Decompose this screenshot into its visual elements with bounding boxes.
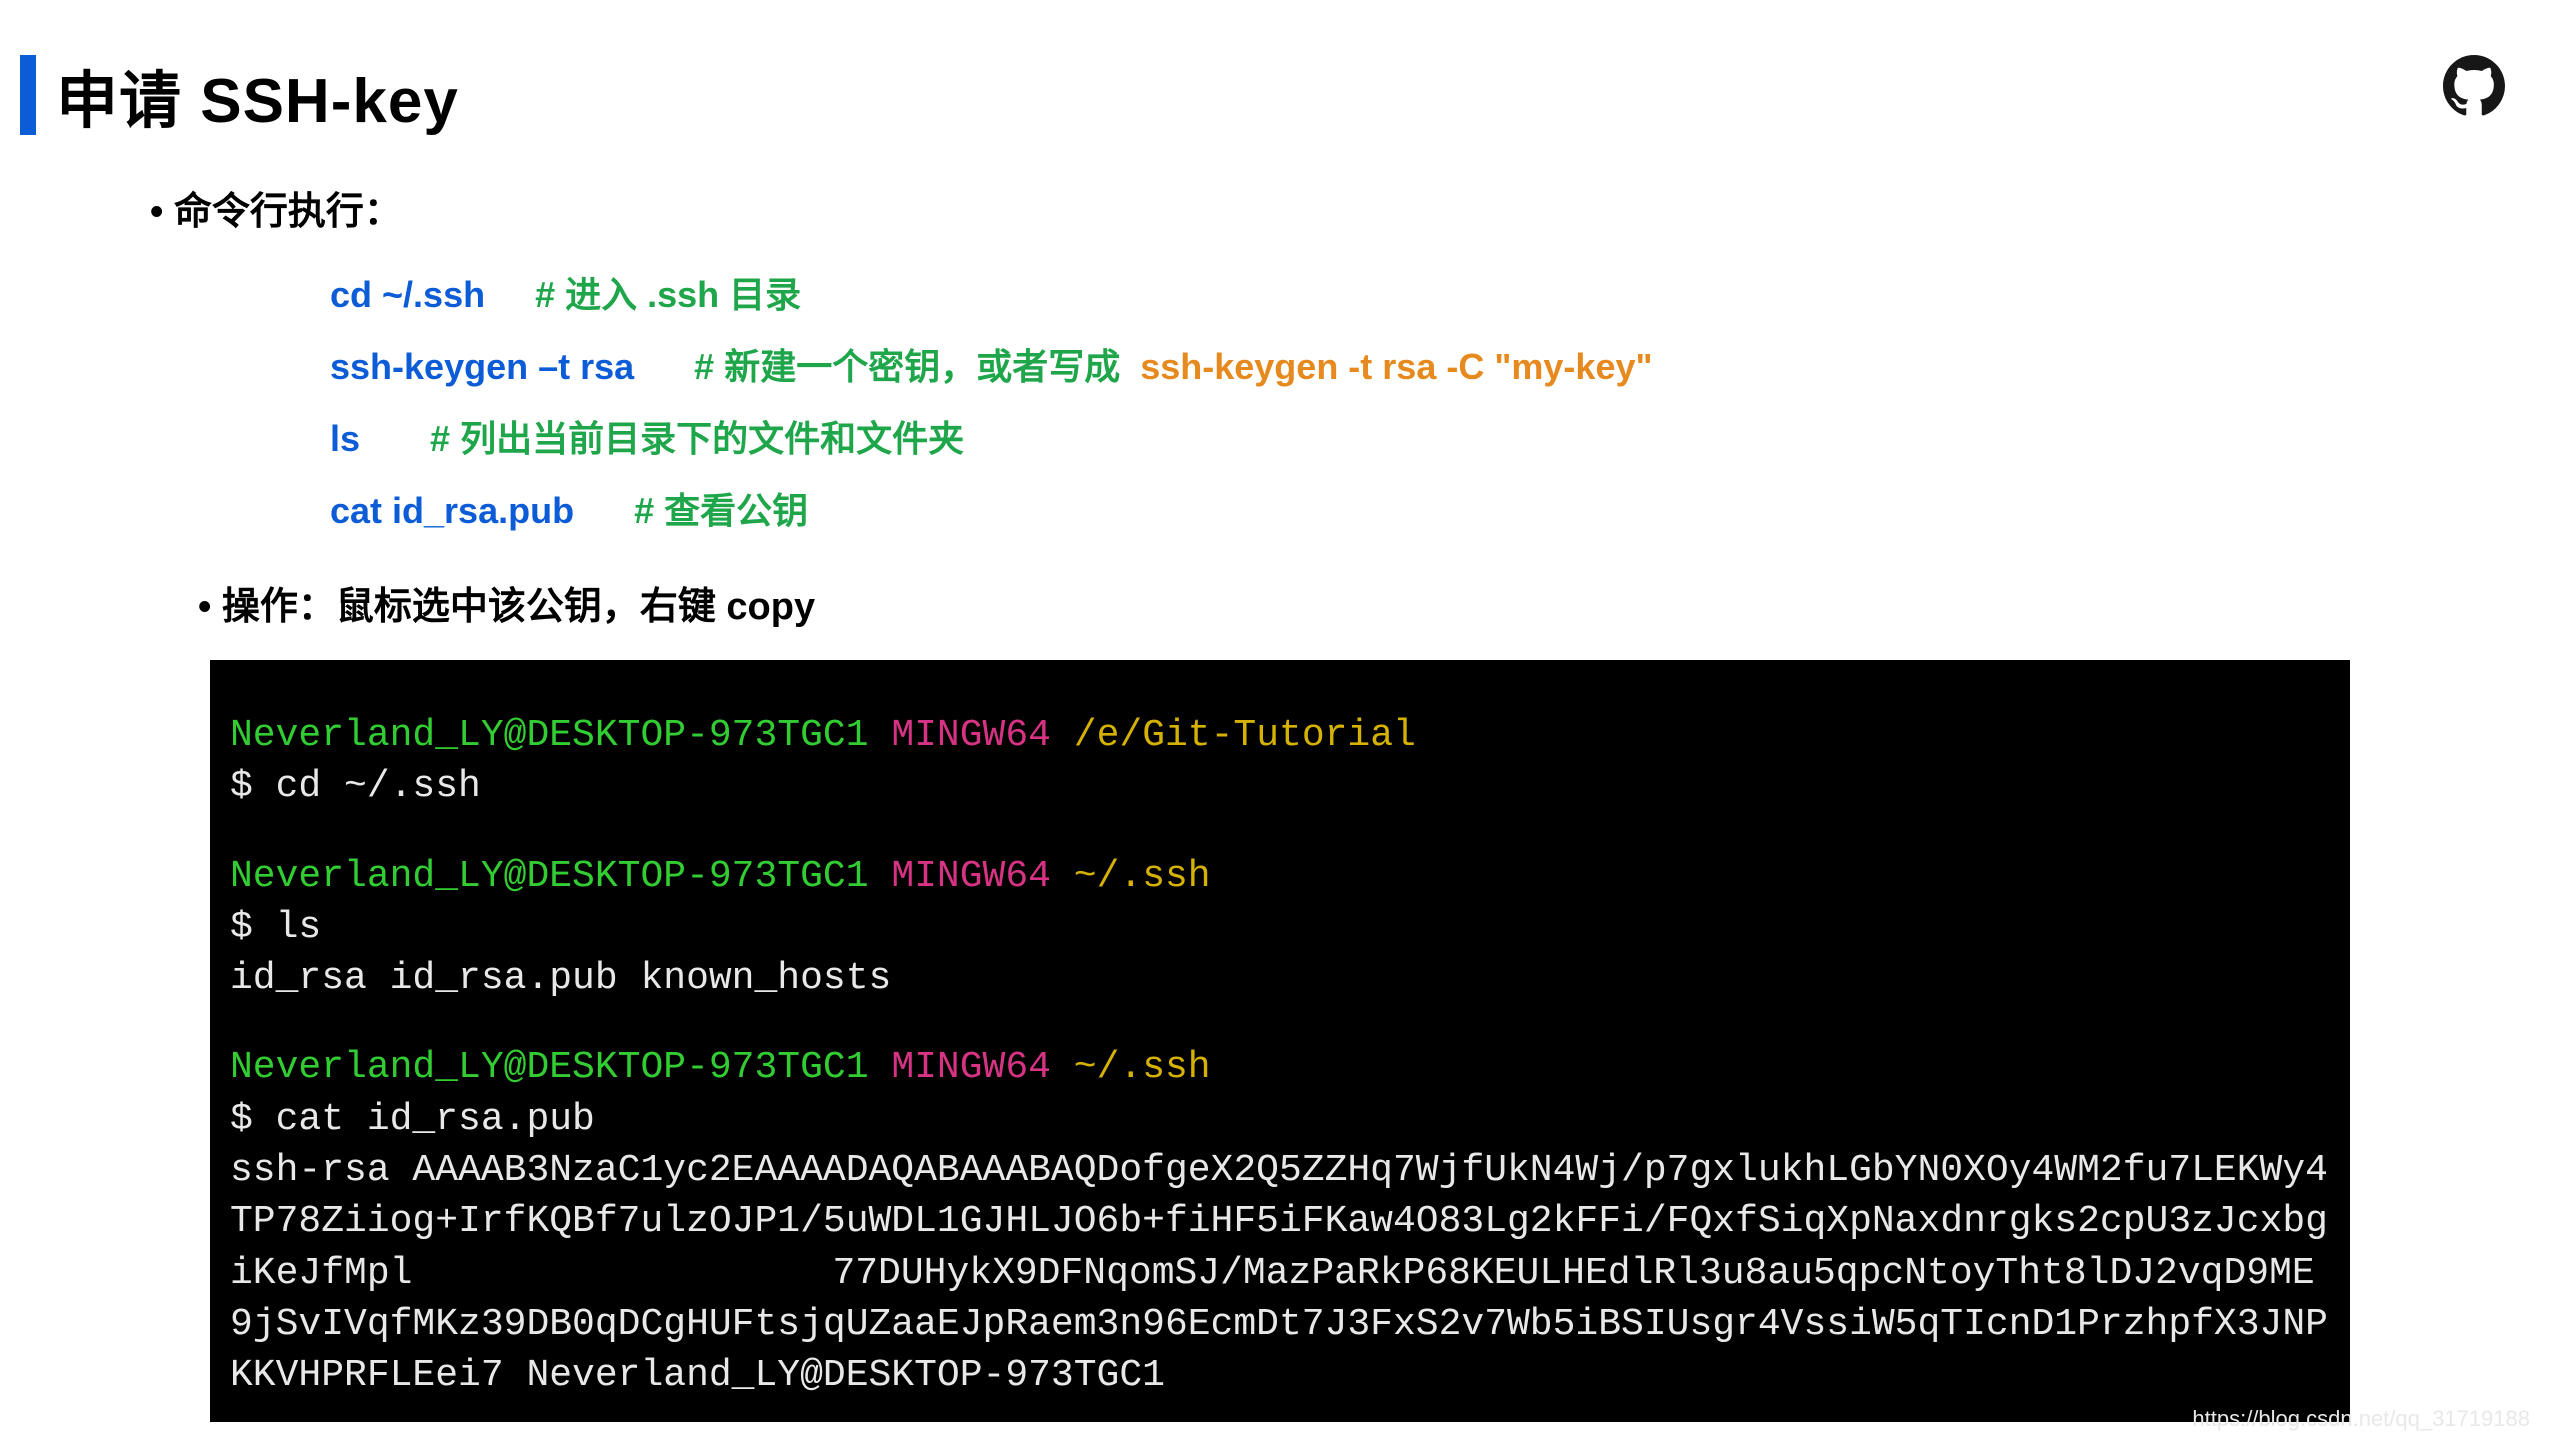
term-ls-result: id_rsa id_rsa.pub known_hosts [230,953,2330,1004]
cmd-comment: # 列出当前目录下的文件和文件夹 [430,418,964,459]
terminal-output: Neverland_LY@DESKTOP-973TGC1 MINGW64 /e/… [210,660,2350,1422]
term-cmd-ls: $ ls [230,902,2330,953]
term-blank [230,1004,2330,1042]
title-accent [20,55,36,135]
term-path: /e/Git-Tutorial [1074,714,1416,757]
bullet-operation: • 操作：鼠标选中该公钥，右键 copy [198,575,2560,630]
cmd-row-cat: cat id_rsa.pub # 查看公钥 [330,475,2560,547]
term-key-output: ssh-rsa AAAAB3NzaC1yc2EAAAADAQABAAABAQDo… [230,1145,2330,1401]
slide-title-bar: 申请 SSH-key [0,0,2560,160]
content-area: • 命令行执行： cd ~/.ssh # 进入 .ssh 目录 ssh-keyg… [0,180,2560,1422]
cmd-comment: # 查看公钥 [634,490,808,531]
term-env: MINGW64 [891,855,1051,898]
term-path: ~/.ssh [1074,855,1211,898]
term-cmd-cat: $ cat id_rsa.pub [230,1094,2330,1145]
term-prompt-3: Neverland_LY@DESKTOP-973TGC1 MINGW64 ~/.… [230,1042,2330,1093]
term-prompt-1: Neverland_LY@DESKTOP-973TGC1 MINGW64 /e/… [230,710,2330,761]
cmd-alt: ssh-keygen -t rsa -C "my-key" [1140,346,1652,387]
cmd-text: cd ~/.ssh [330,274,485,315]
term-prompt-2: Neverland_LY@DESKTOP-973TGC1 MINGW64 ~/.… [230,851,2330,902]
term-blank [230,813,2330,851]
term-user: Neverland_LY@DESKTOP-973TGC1 [230,855,869,898]
term-user: Neverland_LY@DESKTOP-973TGC1 [230,714,869,757]
github-icon [2443,55,2505,117]
cmd-comment: # 进入 .ssh 目录 [535,274,801,315]
cmd-comment: # 新建一个密钥，或者写成 [694,346,1120,387]
cmd-row-ls: ls # 列出当前目录下的文件和文件夹 [330,403,2560,475]
cmd-row-keygen: ssh-keygen –t rsa # 新建一个密钥，或者写成 ssh-keyg… [330,331,2560,403]
term-user: Neverland_LY@DESKTOP-973TGC1 [230,1046,869,1089]
term-env: MINGW64 [891,714,1051,757]
cmd-text: ls [330,418,360,459]
term-path: ~/.ssh [1074,1046,1211,1089]
watermark: https://blog.csdn.net/qq_31719188 [2192,1406,2530,1432]
term-cmd-cd: $ cd ~/.ssh [230,761,2330,812]
cmd-text: cat id_rsa.pub [330,490,574,531]
page-title: 申请 SSH-key [56,50,459,140]
term-env: MINGW64 [891,1046,1051,1089]
cmd-row-cd: cd ~/.ssh # 进入 .ssh 目录 [330,259,2560,331]
ssh-key-part-b: 77DUHykX9DFNqomSJ/MazPaRkP68KEULHEdlRl3u… [230,1252,2328,1398]
cmd-text: ssh-keygen –t rsa [330,346,634,387]
bullet-exec: • 命令行执行： [150,180,2560,235]
command-list: cd ~/.ssh # 进入 .ssh 目录 ssh-keygen –t rsa… [150,259,2560,547]
